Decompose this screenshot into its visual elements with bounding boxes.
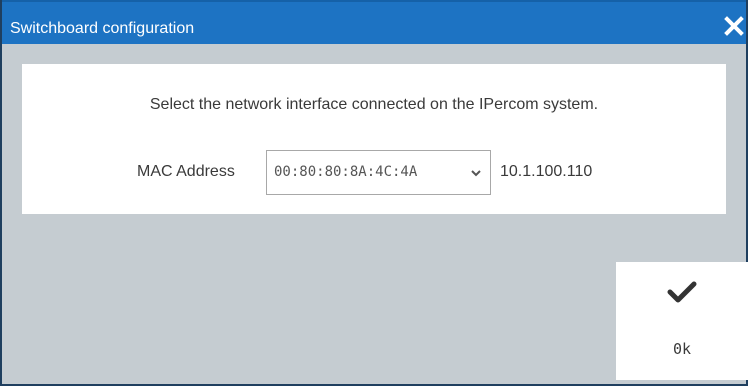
ip-address-text: 10.1.100.110 <box>500 163 593 180</box>
mac-address-label: MAC Address <box>137 163 235 180</box>
window-title: Switchboard configuration <box>10 20 195 37</box>
switchboard-config-window: Switchboard configuration Select the net… <box>0 0 748 386</box>
ok-label: 0k <box>672 340 692 358</box>
mac-address-value: 00:80:80:8A:4C:4A <box>274 164 418 180</box>
ok-button[interactable]: 0k <box>616 262 748 380</box>
close-icon <box>724 16 744 36</box>
checkmark-icon <box>667 281 697 303</box>
close-button[interactable] <box>720 11 746 41</box>
chevron-down-icon <box>471 170 481 177</box>
title-bar[interactable]: Switchboard configuration <box>2 0 746 44</box>
mac-address-select[interactable]: 00:80:80:8A:4C:4A <box>266 150 491 195</box>
instruction-text: Select the network interface connected o… <box>149 96 599 113</box>
config-panel: Select the network interface connected o… <box>22 64 726 214</box>
